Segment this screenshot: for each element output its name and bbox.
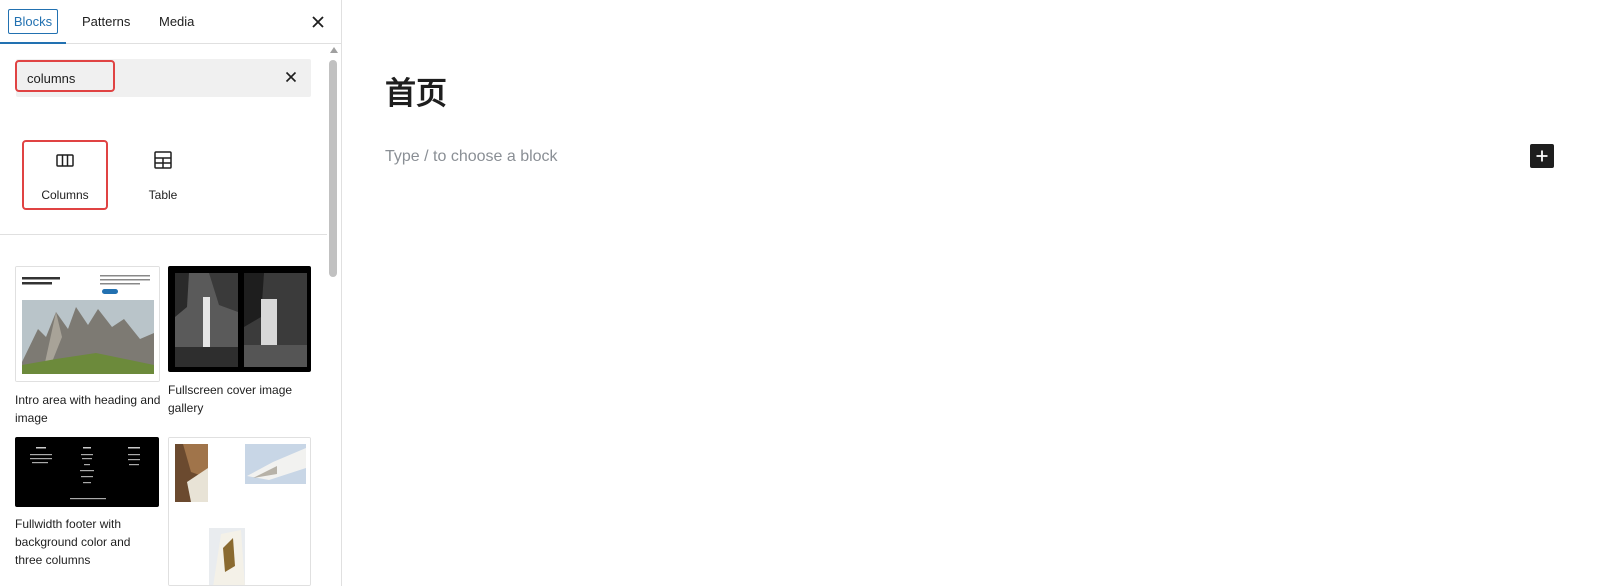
close-icon (312, 16, 324, 28)
pattern-intro-area[interactable]: Intro area with heading and image (15, 266, 160, 431)
block-placeholder[interactable]: Type / to choose a block (385, 148, 558, 166)
block-table-label: Table (148, 188, 178, 202)
tab-blocks[interactable]: Blocks (0, 0, 66, 44)
columns-icon (56, 154, 74, 167)
tab-patterns[interactable]: Patterns (82, 0, 130, 43)
pattern-thumbnail (15, 266, 160, 382)
block-columns-label: Columns (41, 188, 89, 202)
block-columns[interactable]: Columns (22, 140, 108, 210)
tab-media-label: Media (159, 14, 195, 29)
scrollbar[interactable] (327, 44, 341, 586)
pattern-image-gallery[interactable] (168, 437, 311, 586)
scroll-up-arrow-icon[interactable] (330, 47, 338, 53)
search-input[interactable] (16, 59, 267, 97)
page-title[interactable]: 首页 (385, 68, 447, 113)
pattern-thumbnail (168, 437, 311, 586)
divider (0, 234, 327, 235)
inserter-tabs: Blocks Patterns Media (0, 0, 341, 44)
pattern-caption: Fullwidth footer with background color a… (15, 517, 131, 567)
pattern-caption: Intro area with heading and image (15, 393, 161, 425)
pattern-thumbnail (15, 437, 159, 507)
block-table[interactable]: Table (120, 140, 206, 210)
clear-search-button[interactable] (280, 66, 302, 88)
table-icon (154, 151, 172, 169)
pattern-fullwidth-footer[interactable]: Fullwidth footer with background color a… (15, 437, 160, 577)
tab-blocks-label: Blocks (7, 9, 59, 34)
close-inserter-button[interactable] (306, 10, 330, 34)
close-icon (285, 71, 297, 83)
pattern-fullscreen-cover-gallery[interactable]: Fullscreen cover image gallery (168, 266, 311, 421)
pattern-thumbnail (168, 266, 311, 372)
tab-patterns-label: Patterns (82, 14, 131, 29)
tab-media[interactable]: Media (159, 0, 194, 43)
editor-canvas: 首页 Type / to choose a block (342, 0, 1609, 586)
search-box (16, 59, 311, 97)
plus-icon (1536, 150, 1548, 162)
scroll-thumb[interactable] (329, 60, 337, 277)
block-inserter-panel: Blocks Patterns Media Columns (0, 0, 342, 586)
add-block-button[interactable] (1530, 144, 1554, 168)
pattern-caption: Fullscreen cover image gallery (168, 383, 293, 415)
